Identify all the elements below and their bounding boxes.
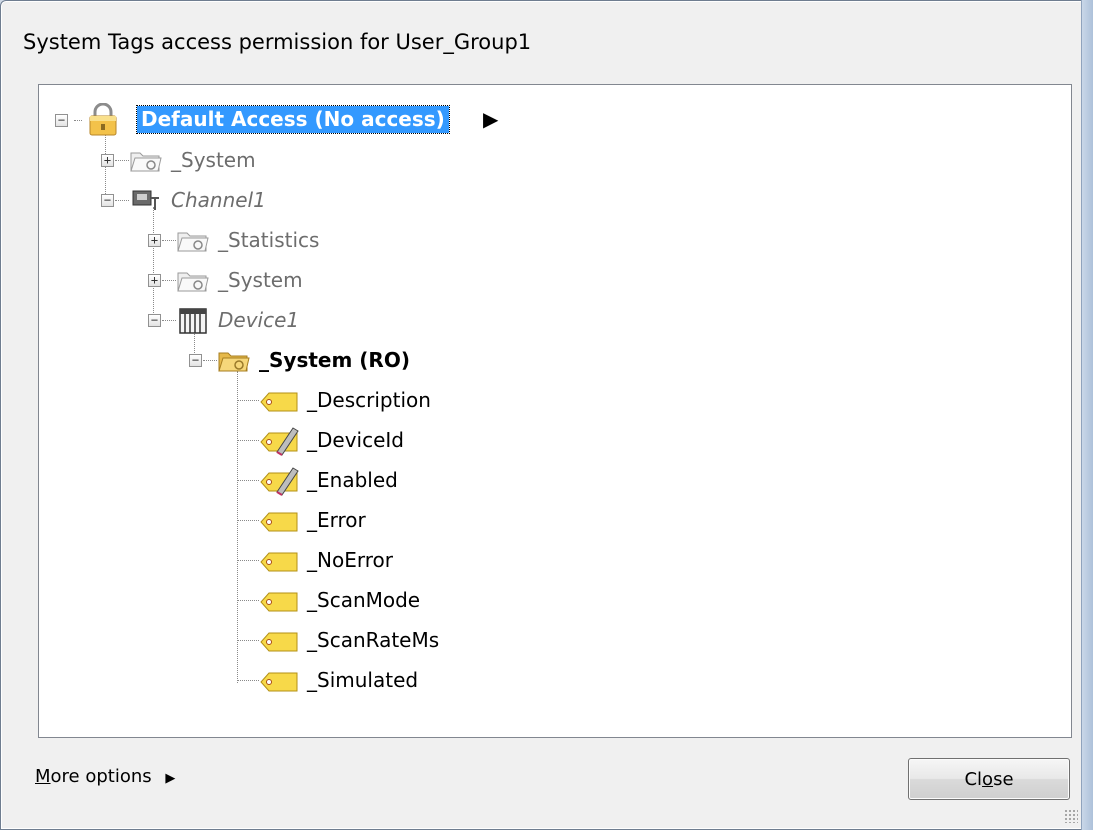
tree-line: [115, 200, 129, 201]
dialog-title: System Tags access permission for User_G…: [23, 30, 532, 54]
tag-icon: [260, 672, 298, 692]
statistics-label: _Statistics: [218, 228, 320, 252]
tree-node-device1[interactable]: − Device1: [148, 305, 408, 337]
resize-grip[interactable]: [1064, 809, 1078, 823]
channel-icon: [132, 190, 159, 210]
tree-node-tag[interactable]: _ScanMode: [237, 585, 497, 617]
tag-label: _ScanMode: [307, 588, 421, 612]
collapse-toggle[interactable]: −: [101, 194, 114, 207]
tree-line: [162, 320, 176, 321]
lock-folder-icon: [89, 103, 117, 136]
expand-arrow-icon[interactable]: ▶: [483, 107, 498, 131]
tree-node-device-system[interactable]: − _System (RO): [189, 345, 469, 377]
tree-node-system[interactable]: + _System: [101, 145, 361, 177]
tree-node-tag[interactable]: _ScanRateMs: [237, 625, 497, 657]
expand-toggle[interactable]: +: [148, 234, 161, 247]
tree-line: [237, 600, 259, 601]
device1-label: Device1: [218, 308, 300, 332]
tag-label: _Description: [307, 388, 431, 412]
tree-node-tag[interactable]: _Enabled: [237, 465, 497, 497]
tree-line: [237, 560, 259, 561]
more-options-link[interactable]: More options ▶: [35, 766, 175, 787]
collapse-toggle[interactable]: −: [189, 354, 202, 367]
tree-line: [237, 640, 259, 641]
tag-icon: [260, 592, 298, 612]
tree-node-statistics[interactable]: + _Statistics: [148, 225, 408, 257]
close-label-b: se: [993, 768, 1014, 790]
collapse-toggle[interactable]: −: [148, 314, 161, 327]
folder-icon: [130, 152, 162, 172]
tag-label: _DeviceId: [307, 428, 404, 452]
tree-line: [115, 160, 129, 161]
system-label: _System: [171, 148, 256, 172]
tree-node-channel1[interactable]: − Channel1: [101, 185, 361, 217]
window-frame-edge: [1081, 0, 1093, 830]
tree-line: [237, 520, 259, 521]
tree-node-default-access[interactable]: − Default Access (No access) ▶: [55, 103, 535, 137]
permission-tree[interactable]: − Default Access (No access) ▶ + _System: [38, 84, 1072, 738]
tag-icon: [260, 632, 298, 652]
tag-edit-icon: [260, 467, 299, 496]
tree-line: [162, 280, 176, 281]
tree-line: [203, 360, 217, 361]
dialog-window: System Tags access permission for User_G…: [0, 0, 1093, 830]
tag-edit-icon: [260, 427, 299, 456]
channel-system-label: _System: [218, 268, 303, 292]
tree-line: [162, 240, 176, 241]
open-folder-icon: [218, 352, 250, 372]
expand-toggle[interactable]: +: [101, 154, 114, 167]
folder-icon: [177, 272, 209, 292]
device-system-label: _System (RO): [259, 348, 410, 372]
default-access-label[interactable]: Default Access (No access): [136, 105, 450, 134]
close-label-a: Cl: [964, 768, 983, 790]
close-button[interactable]: Cl o se: [908, 758, 1070, 800]
more-options-label: ore options: [50, 766, 152, 787]
tag-label: _Enabled: [307, 468, 398, 492]
tree-node-tag[interactable]: _Description: [237, 385, 497, 417]
tree-node-tag[interactable]: _Error: [237, 505, 497, 537]
tree-node-tag[interactable]: _DeviceId: [237, 425, 497, 457]
tree-node-channel-system[interactable]: + _System: [148, 265, 408, 297]
close-mnemonic: o: [982, 768, 994, 790]
collapse-toggle[interactable]: −: [55, 114, 68, 127]
tree-line: [237, 680, 259, 681]
tag-label: _Simulated: [307, 668, 419, 692]
tag-label: _NoError: [307, 548, 393, 572]
tree-node-tag[interactable]: _NoError: [237, 545, 497, 577]
tag-label: _Error: [307, 508, 366, 532]
expand-toggle[interactable]: +: [148, 274, 161, 287]
tag-icon: [260, 392, 298, 412]
more-options-arrow-icon: ▶: [165, 771, 176, 786]
more-options-mnemonic: M: [35, 766, 51, 787]
tag-icon: [260, 512, 298, 532]
folder-icon: [177, 232, 209, 252]
tree-node-tag[interactable]: _Simulated: [237, 665, 497, 697]
tag-label: _ScanRateMs: [307, 628, 440, 652]
device-icon: [179, 308, 207, 334]
channel1-label: Channel1: [171, 188, 266, 212]
tree-line: [237, 480, 259, 481]
tag-icon: [260, 552, 298, 572]
tree-line: [237, 400, 259, 401]
tree-line: [237, 440, 259, 441]
